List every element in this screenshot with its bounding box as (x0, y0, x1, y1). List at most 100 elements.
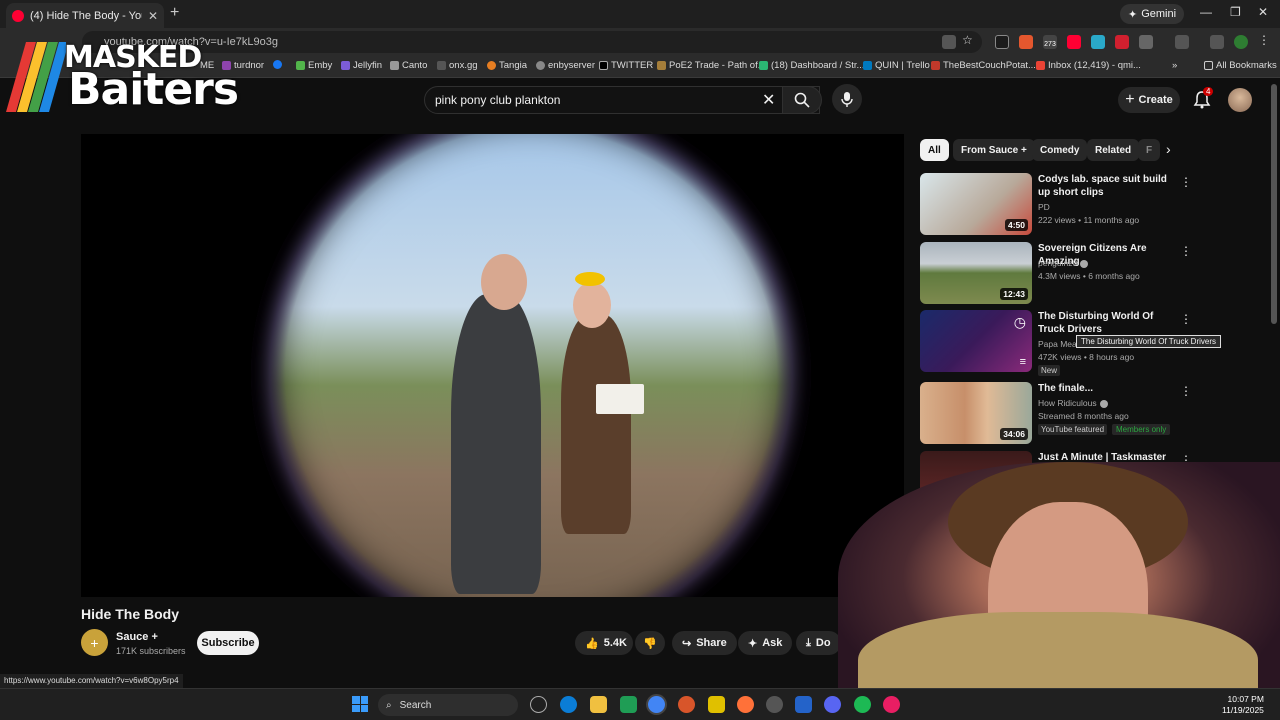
close-window-icon[interactable]: ✕ (1258, 5, 1268, 19)
bookmark-item[interactable]: onx.gg (437, 60, 478, 71)
file-explorer-icon[interactable] (590, 696, 607, 713)
watch-later-icon[interactable]: ◷ (1014, 314, 1026, 331)
red-extension-icon[interactable] (1115, 35, 1129, 49)
bookmark-item[interactable]: (18) Dashboard / Str... (759, 60, 864, 71)
spotify-icon[interactable] (854, 696, 871, 713)
chip-from-sauce[interactable]: From Sauce + (953, 139, 1035, 161)
youtube-extension-icon[interactable] (1067, 35, 1081, 49)
chip-related[interactable]: Related (1087, 139, 1140, 161)
new-tab-icon[interactable]: + (170, 4, 179, 22)
firefox-icon[interactable] (737, 696, 754, 713)
video-thumbnail[interactable]: ◷ ≡ (920, 310, 1032, 372)
media-icon[interactable] (1210, 35, 1224, 49)
bookmark-star-icon[interactable]: ☆ (962, 33, 976, 47)
bookmark-item[interactable]: Tangia (487, 60, 527, 71)
globe-icon (536, 61, 545, 70)
bookmark-item[interactable]: QUIN | Trello (863, 60, 930, 71)
copilot-icon[interactable] (530, 696, 547, 713)
chip-overflow[interactable]: F (1138, 139, 1161, 161)
notes-icon[interactable] (708, 696, 725, 713)
more-options-icon[interactable]: ⋮ (1180, 175, 1192, 189)
recommendation-item[interactable]: 4:50 Codys lab. space suit build up shor… (920, 173, 1195, 237)
recommendation-channel[interactable]: How Ridiculous (1038, 398, 1108, 408)
create-button[interactable]: + Create (1118, 87, 1180, 113)
windows-start-icon[interactable] (352, 696, 368, 712)
download-button[interactable]: ⤓ Do (796, 631, 841, 655)
extension-badge[interactable]: 273 (1043, 35, 1057, 49)
gemini-button[interactable]: ✦ Gemini (1120, 4, 1185, 24)
restore-icon[interactable]: ❐ (1230, 5, 1241, 19)
channel-name[interactable]: Sauce + (116, 631, 158, 643)
channel-avatar[interactable]: + (81, 629, 108, 656)
bookmark-item[interactable]: Canto (390, 60, 427, 71)
video-thumbnail[interactable]: 12:43 (920, 242, 1032, 304)
tangia-icon (487, 61, 496, 70)
page-scrollbar[interactable] (1271, 84, 1277, 324)
close-tab-icon[interactable]: ✕ (148, 9, 158, 23)
search-button[interactable] (782, 86, 822, 114)
chip-all[interactable]: All (920, 139, 949, 161)
bookmark-item[interactable]: Emby (296, 60, 332, 71)
bookmarks-overflow-icon[interactable]: » (1172, 60, 1177, 71)
clear-search-icon[interactable]: ✕ (762, 90, 775, 110)
sidebar-icon[interactable] (1175, 35, 1189, 49)
all-bookmarks[interactable]: All Bookmarks (1204, 60, 1277, 71)
app-icon[interactable] (795, 696, 812, 713)
profile-icon[interactable] (1234, 35, 1248, 49)
cast-icon[interactable] (942, 35, 956, 49)
recommendation-channel[interactable]: Papa Meat (1038, 339, 1079, 349)
dislike-button[interactable]: 👎 (635, 631, 665, 655)
recommendation-item[interactable]: 34:06 The finale... How Ridiculous Strea… (920, 382, 1195, 446)
add-to-queue-icon[interactable]: ≡ (1020, 356, 1026, 368)
recommendation-channel[interactable]: penguinz0 (1038, 258, 1089, 268)
app-icon[interactable] (678, 696, 695, 713)
recommendation-channel[interactable]: PD (1038, 202, 1050, 212)
play-app-icon[interactable] (620, 696, 637, 713)
puzzle-icon[interactable] (1139, 35, 1153, 49)
couchpotato-icon (931, 61, 940, 70)
bookmark-item[interactable]: TheBestCouchPotat... (931, 60, 1036, 71)
orange-extension-icon[interactable] (1019, 35, 1033, 49)
verified-icon (1080, 259, 1089, 268)
more-options-icon[interactable]: ⋮ (1180, 244, 1192, 258)
chip-comedy[interactable]: Comedy (1032, 139, 1088, 161)
recommendation-title[interactable]: The Disturbing World Of Truck Drivers (1038, 310, 1176, 336)
person-figure (451, 294, 541, 594)
taskbar-search[interactable]: ⌕ Search (378, 694, 518, 716)
edge-icon[interactable] (560, 696, 577, 713)
bookmark-item[interactable]: TWITTER (599, 60, 653, 71)
bookmark-item[interactable]: enbyserver (536, 60, 595, 71)
bookmark-item[interactable]: Inbox (12,419) - qmi... (1036, 60, 1141, 71)
video-player[interactable] (81, 134, 904, 597)
k-extension-icon[interactable] (995, 35, 1009, 49)
chevron-right-icon[interactable]: › (1166, 141, 1171, 157)
app-icon[interactable] (766, 696, 783, 713)
clock-date: 11/19/2025 (1222, 705, 1264, 715)
recommendation-title[interactable]: Codys lab. space suit build up short cli… (1038, 173, 1176, 199)
more-options-icon[interactable]: ⋮ (1180, 384, 1192, 398)
share-button[interactable]: ↪ Share (672, 631, 737, 655)
account-avatar[interactable] (1228, 88, 1252, 112)
more-menu-icon[interactable]: ⋮ (1258, 33, 1272, 47)
plus-icon: + (90, 634, 99, 651)
chrome-icon[interactable] (648, 696, 665, 713)
app-icon[interactable] (883, 696, 900, 713)
subscribe-button[interactable]: Subscribe (197, 631, 259, 655)
voice-search-button[interactable] (832, 84, 862, 114)
video-thumbnail[interactable]: 4:50 (920, 173, 1032, 235)
more-options-icon[interactable]: ⋮ (1180, 312, 1192, 326)
system-clock[interactable]: 10:07 PM 11/19/2025 (1222, 694, 1264, 716)
recommendation-item[interactable]: 12:43 Sovereign Citizens Are Amazing pen… (920, 242, 1195, 306)
bookmark-item[interactable]: Jellyfin (341, 60, 382, 71)
browser-tab[interactable]: (4) Hide The Body - YouTube ✕ (6, 3, 164, 28)
ask-button[interactable]: ✦ Ask (738, 631, 793, 655)
search-input[interactable]: pink pony club plankton (424, 86, 820, 114)
bookmark-item[interactable]: PoE2 Trade - Path of... (657, 60, 766, 71)
facebook-bookmark[interactable] (273, 60, 282, 69)
teal-extension-icon[interactable] (1091, 35, 1105, 49)
recommendation-title[interactable]: The finale... (1038, 382, 1176, 395)
minimize-icon[interactable]: — (1200, 5, 1212, 19)
video-thumbnail[interactable]: 34:06 (920, 382, 1032, 444)
like-button[interactable]: 👍 5.4K (575, 631, 633, 655)
discord-icon[interactable] (824, 696, 841, 713)
